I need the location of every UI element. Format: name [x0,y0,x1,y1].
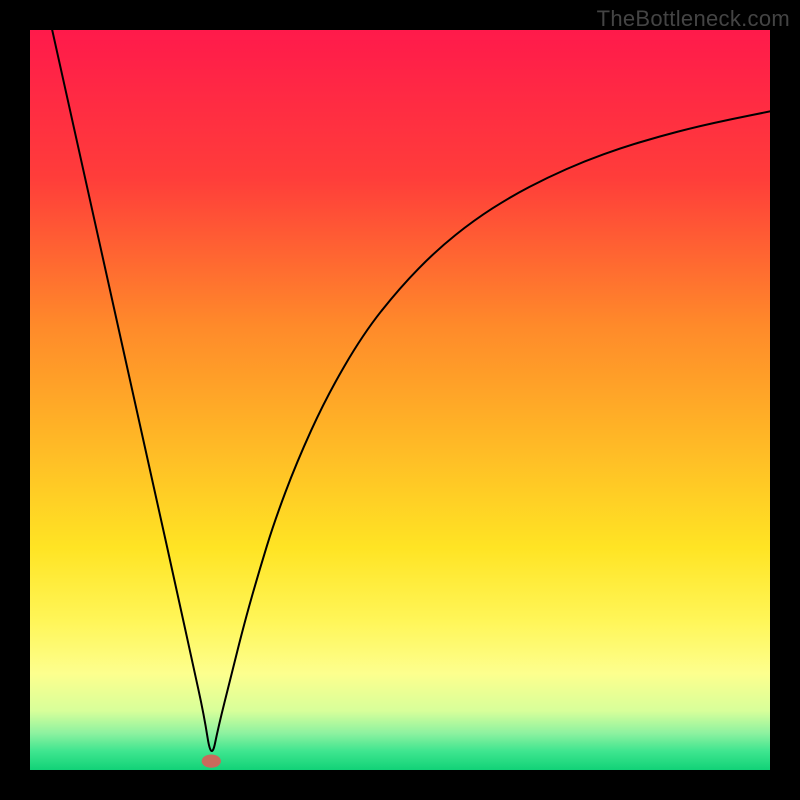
chart-background [30,30,770,770]
chart-frame: TheBottleneck.com [0,0,800,800]
chart-plot-area [30,30,770,770]
watermark-text: TheBottleneck.com [597,6,790,32]
min-marker [202,754,221,767]
chart-svg [30,30,770,770]
